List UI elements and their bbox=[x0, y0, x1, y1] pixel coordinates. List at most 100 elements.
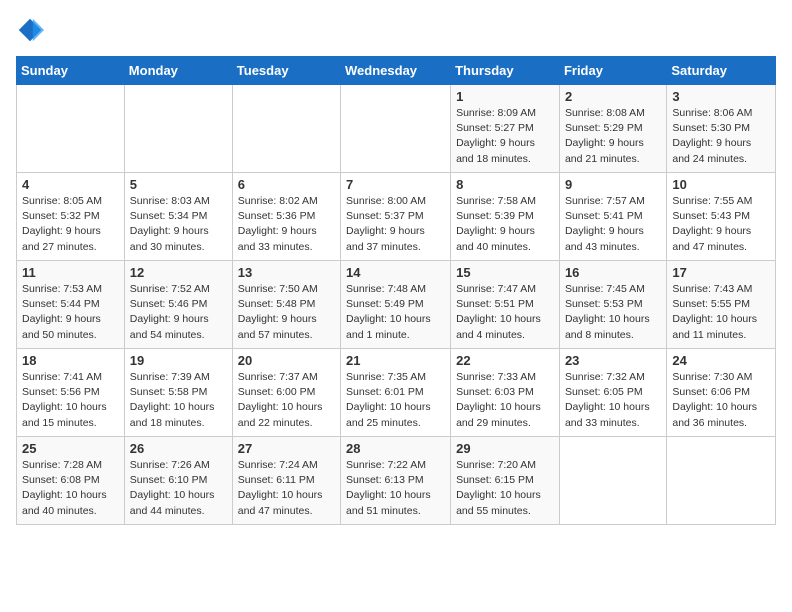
day-number: 21 bbox=[346, 353, 445, 368]
logo bbox=[16, 16, 48, 44]
calendar-cell: 22 Sunrise: 7:33 AM Sunset: 6:03 PM Dayli… bbox=[451, 349, 560, 437]
day-number: 7 bbox=[346, 177, 445, 192]
calendar-cell: 14 Sunrise: 7:48 AM Sunset: 5:49 PM Dayli… bbox=[341, 261, 451, 349]
day-number: 4 bbox=[22, 177, 119, 192]
day-number: 10 bbox=[672, 177, 770, 192]
day-info: Sunrise: 7:58 AM Sunset: 5:39 PM Dayligh… bbox=[456, 194, 554, 255]
day-info: Sunrise: 7:37 AM Sunset: 6:00 PM Dayligh… bbox=[238, 370, 335, 431]
day-info: Sunrise: 8:02 AM Sunset: 5:36 PM Dayligh… bbox=[238, 194, 335, 255]
day-number: 25 bbox=[22, 441, 119, 456]
day-info: Sunrise: 7:24 AM Sunset: 6:11 PM Dayligh… bbox=[238, 458, 335, 519]
day-info: Sunrise: 8:03 AM Sunset: 5:34 PM Dayligh… bbox=[130, 194, 227, 255]
day-info: Sunrise: 7:52 AM Sunset: 5:46 PM Dayligh… bbox=[130, 282, 227, 343]
calendar-cell: 23Sunrise: 7:32 AM Sunset: 6:05 PM Dayli… bbox=[559, 349, 666, 437]
day-number: 28 bbox=[346, 441, 445, 456]
day-number: 3 bbox=[672, 89, 770, 104]
page-header bbox=[16, 16, 776, 44]
day-number: 17 bbox=[672, 265, 770, 280]
calendar-cell: 6 Sunrise: 8:02 AM Sunset: 5:36 PM Daylig… bbox=[232, 173, 340, 261]
day-info: Sunrise: 7:45 AM Sunset: 5:53 PM Dayligh… bbox=[565, 282, 661, 343]
day-number: 12 bbox=[130, 265, 227, 280]
calendar-cell bbox=[124, 85, 232, 173]
calendar-cell: 27 Sunrise: 7:24 AM Sunset: 6:11 PM Dayli… bbox=[232, 437, 340, 525]
day-number: 2 bbox=[565, 89, 661, 104]
day-info: Sunrise: 7:26 AM Sunset: 6:10 PM Dayligh… bbox=[130, 458, 227, 519]
day-number: 11 bbox=[22, 265, 119, 280]
calendar-cell: 8 Sunrise: 7:58 AM Sunset: 5:39 PM Daylig… bbox=[451, 173, 560, 261]
calendar-cell bbox=[17, 85, 125, 173]
day-info: Sunrise: 7:35 AM Sunset: 6:01 PM Dayligh… bbox=[346, 370, 445, 431]
day-number: 13 bbox=[238, 265, 335, 280]
day-info: Sunrise: 7:22 AM Sunset: 6:13 PM Dayligh… bbox=[346, 458, 445, 519]
calendar-cell: 26 Sunrise: 7:26 AM Sunset: 6:10 PM Dayli… bbox=[124, 437, 232, 525]
day-info: Sunrise: 7:41 AM Sunset: 5:56 PM Dayligh… bbox=[22, 370, 119, 431]
calendar-cell: 5 Sunrise: 8:03 AM Sunset: 5:34 PM Daylig… bbox=[124, 173, 232, 261]
day-info: Sunrise: 7:20 AM Sunset: 6:15 PM Dayligh… bbox=[456, 458, 554, 519]
day-number: 18 bbox=[22, 353, 119, 368]
day-number: 5 bbox=[130, 177, 227, 192]
calendar-cell: 24 Sunrise: 7:30 AM Sunset: 6:06 PM Dayli… bbox=[667, 349, 776, 437]
day-info: Sunrise: 7:57 AM Sunset: 5:41 PM Dayligh… bbox=[565, 194, 661, 255]
calendar-week-5: 25 Sunrise: 7:28 AM Sunset: 6:08 PM Dayli… bbox=[17, 437, 776, 525]
calendar-cell bbox=[341, 85, 451, 173]
calendar-week-4: 18 Sunrise: 7:41 AM Sunset: 5:56 PM Dayli… bbox=[17, 349, 776, 437]
day-number: 8 bbox=[456, 177, 554, 192]
day-number: 14 bbox=[346, 265, 445, 280]
day-info: Sunrise: 7:53 AM Sunset: 5:44 PM Dayligh… bbox=[22, 282, 119, 343]
calendar-cell: 13 Sunrise: 7:50 AM Sunset: 5:48 PM Dayli… bbox=[232, 261, 340, 349]
day-info: Sunrise: 8:09 AM Sunset: 5:27 PM Dayligh… bbox=[456, 106, 554, 167]
calendar-cell: 10Sunrise: 7:55 AM Sunset: 5:43 PM Dayli… bbox=[667, 173, 776, 261]
day-info: Sunrise: 8:00 AM Sunset: 5:37 PM Dayligh… bbox=[346, 194, 445, 255]
calendar-cell: 3 Sunrise: 8:06 AM Sunset: 5:30 PM Daylig… bbox=[667, 85, 776, 173]
calendar-cell bbox=[667, 437, 776, 525]
day-info: Sunrise: 7:33 AM Sunset: 6:03 PM Dayligh… bbox=[456, 370, 554, 431]
calendar-cell bbox=[559, 437, 666, 525]
calendar-cell bbox=[232, 85, 340, 173]
calendar-week-1: 1 Sunrise: 8:09 AM Sunset: 5:27 PM Daylig… bbox=[17, 85, 776, 173]
calendar-cell: 9 Sunrise: 7:57 AM Sunset: 5:41 PM Daylig… bbox=[559, 173, 666, 261]
calendar-cell: 7 Sunrise: 8:00 AM Sunset: 5:37 PM Daylig… bbox=[341, 173, 451, 261]
calendar-cell: 12 Sunrise: 7:52 AM Sunset: 5:46 PM Dayli… bbox=[124, 261, 232, 349]
day-number: 27 bbox=[238, 441, 335, 456]
day-info: Sunrise: 7:48 AM Sunset: 5:49 PM Dayligh… bbox=[346, 282, 445, 343]
calendar-cell: 2 Sunrise: 8:08 AM Sunset: 5:29 PM Daylig… bbox=[559, 85, 666, 173]
day-info: Sunrise: 8:08 AM Sunset: 5:29 PM Dayligh… bbox=[565, 106, 661, 167]
day-number: 1 bbox=[456, 89, 554, 104]
calendar-week-3: 11 Sunrise: 7:53 AM Sunset: 5:44 PM Dayli… bbox=[17, 261, 776, 349]
calendar-cell: 11 Sunrise: 7:53 AM Sunset: 5:44 PM Dayli… bbox=[17, 261, 125, 349]
calendar-cell: 15 Sunrise: 7:47 AM Sunset: 5:51 PM Dayli… bbox=[451, 261, 560, 349]
calendar-cell: 25 Sunrise: 7:28 AM Sunset: 6:08 PM Dayli… bbox=[17, 437, 125, 525]
logo-icon bbox=[16, 16, 44, 44]
day-info: Sunrise: 7:43 AM Sunset: 5:55 PM Dayligh… bbox=[672, 282, 770, 343]
calendar-cell: 28 Sunrise: 7:22 AM Sunset: 6:13 PM Dayli… bbox=[341, 437, 451, 525]
calendar-week-2: 4 Sunrise: 8:05 AM Sunset: 5:32 PM Daylig… bbox=[17, 173, 776, 261]
day-number: 23 bbox=[565, 353, 661, 368]
day-info: Sunrise: 7:30 AM Sunset: 6:06 PM Dayligh… bbox=[672, 370, 770, 431]
day-number: 29 bbox=[456, 441, 554, 456]
day-number: 19 bbox=[130, 353, 227, 368]
day-info: Sunrise: 7:28 AM Sunset: 6:08 PM Dayligh… bbox=[22, 458, 119, 519]
day-info: Sunrise: 8:06 AM Sunset: 5:30 PM Dayligh… bbox=[672, 106, 770, 167]
day-info: Sunrise: 7:50 AM Sunset: 5:48 PM Dayligh… bbox=[238, 282, 335, 343]
calendar-cell: 17 Sunrise: 7:43 AM Sunset: 5:55 PM Dayli… bbox=[667, 261, 776, 349]
day-number: 22 bbox=[456, 353, 554, 368]
calendar-cell: 29 Sunrise: 7:20 AM Sunset: 6:15 PM Dayli… bbox=[451, 437, 560, 525]
calendar-cell: 1 Sunrise: 8:09 AM Sunset: 5:27 PM Daylig… bbox=[451, 85, 560, 173]
weekday-header-tuesday: Tuesday bbox=[232, 57, 340, 85]
day-info: Sunrise: 7:47 AM Sunset: 5:51 PM Dayligh… bbox=[456, 282, 554, 343]
calendar-cell: 20 Sunrise: 7:37 AM Sunset: 6:00 PM Dayli… bbox=[232, 349, 340, 437]
calendar-cell: 16Sunrise: 7:45 AM Sunset: 5:53 PM Dayli… bbox=[559, 261, 666, 349]
day-number: 20 bbox=[238, 353, 335, 368]
weekday-header-sunday: Sunday bbox=[17, 57, 125, 85]
day-info: Sunrise: 8:05 AM Sunset: 5:32 PM Dayligh… bbox=[22, 194, 119, 255]
day-number: 9 bbox=[565, 177, 661, 192]
day-number: 6 bbox=[238, 177, 335, 192]
weekday-header-thursday: Thursday bbox=[451, 57, 560, 85]
calendar-cell: 4 Sunrise: 8:05 AM Sunset: 5:32 PM Daylig… bbox=[17, 173, 125, 261]
day-number: 24 bbox=[672, 353, 770, 368]
calendar-cell: 18 Sunrise: 7:41 AM Sunset: 5:56 PM Dayli… bbox=[17, 349, 125, 437]
weekday-header-friday: Friday bbox=[559, 57, 666, 85]
day-number: 26 bbox=[130, 441, 227, 456]
calendar-cell: 19Sunrise: 7:39 AM Sunset: 5:58 PM Dayli… bbox=[124, 349, 232, 437]
day-number: 15 bbox=[456, 265, 554, 280]
